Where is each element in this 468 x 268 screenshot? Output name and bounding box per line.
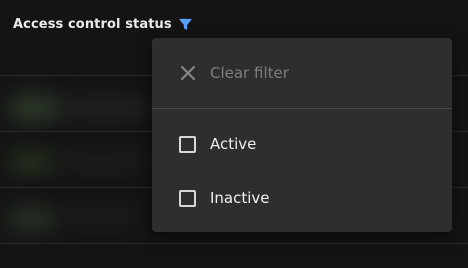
filter-option-label: Active: [210, 135, 257, 153]
column-header-access-control-status: Access control status: [13, 16, 194, 32]
filter-option-label: Inactive: [210, 189, 270, 207]
column-title: Access control status: [13, 16, 172, 32]
filter-option-active[interactable]: Active: [152, 119, 452, 169]
checkbox-inactive[interactable]: [179, 189, 196, 207]
filter-button[interactable]: [178, 16, 194, 32]
close-icon: [179, 64, 197, 82]
filter-dropdown: Clear filter Active Inactive: [152, 38, 452, 232]
clear-filter-button[interactable]: Clear filter: [152, 38, 452, 108]
filter-icon: [179, 18, 192, 30]
filter-option-inactive[interactable]: Inactive: [152, 173, 452, 223]
checkbox-active[interactable]: [179, 135, 196, 153]
menu-divider: [152, 108, 452, 109]
clear-filter-label: Clear filter: [210, 64, 289, 82]
